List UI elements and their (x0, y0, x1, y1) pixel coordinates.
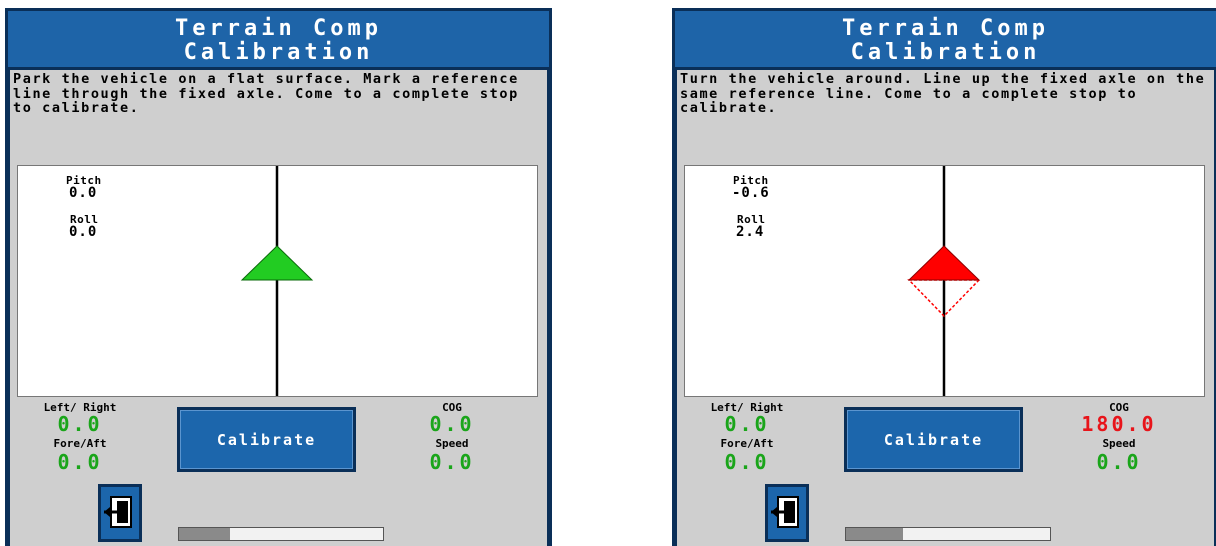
title-line-2: Calibration (850, 40, 1041, 65)
pitch-value: 0.0 (69, 185, 98, 201)
level-indicator-plot: Pitch 0.0 Roll 0.0 (17, 165, 538, 397)
calibrate-button[interactable]: Calibrate (177, 407, 356, 472)
vehicle-triangle-red (907, 245, 981, 281)
left-right-value: 0.0 (57, 412, 103, 436)
exit-door-icon (771, 496, 799, 528)
cog-value: 0.0 (429, 412, 475, 436)
speed-value: 0.0 (1096, 450, 1142, 474)
roll-value: 0.0 (69, 224, 98, 240)
screen-body: Park the vehicle on a flat surface. Mark… (10, 70, 547, 546)
fore-aft-value: 0.0 (724, 450, 770, 474)
roll-value: 2.4 (736, 224, 765, 240)
title-line-1: Terrain Comp (842, 16, 1049, 41)
progress-fill (179, 528, 230, 540)
pitch-value: -0.6 (732, 185, 770, 201)
calibration-screen-1: Terrain Comp Calibration Park the vehicl… (5, 8, 552, 546)
progress-bar (178, 527, 384, 541)
level-indicator-plot: Pitch -0.6 Roll 2.4 (684, 165, 1205, 397)
instruction-text: Turn the vehicle around. Line up the fix… (680, 71, 1216, 116)
left-right-value: 0.0 (724, 412, 770, 436)
title-line-1: Terrain Comp (175, 16, 382, 41)
fore-aft-label: Fore/Aft (53, 437, 107, 450)
speed-value: 0.0 (429, 450, 475, 474)
calibrate-button[interactable]: Calibrate (844, 407, 1023, 472)
fore-aft-label: Fore/Aft (720, 437, 774, 450)
progress-fill (846, 528, 904, 540)
instruction-text: Park the vehicle on a flat surface. Mark… (13, 71, 529, 116)
exit-button[interactable] (98, 484, 142, 542)
cog-value: 180.0 (1081, 412, 1157, 436)
progress-bar (845, 527, 1051, 541)
title-line-2: Calibration (183, 40, 374, 65)
screen-body: Turn the vehicle around. Line up the fix… (677, 70, 1214, 546)
fore-aft-value: 0.0 (57, 450, 103, 474)
exit-door-icon (104, 496, 132, 528)
screen-title: Terrain Comp Calibration (8, 11, 549, 67)
speed-label: Speed (1102, 437, 1136, 450)
exit-button[interactable] (765, 484, 809, 542)
vehicle-triangle-green (240, 245, 314, 281)
speed-label: Speed (435, 437, 469, 450)
calibration-screen-2: Terrain Comp Calibration Turn the vehicl… (672, 8, 1216, 546)
screen-title: Terrain Comp Calibration (675, 11, 1216, 67)
